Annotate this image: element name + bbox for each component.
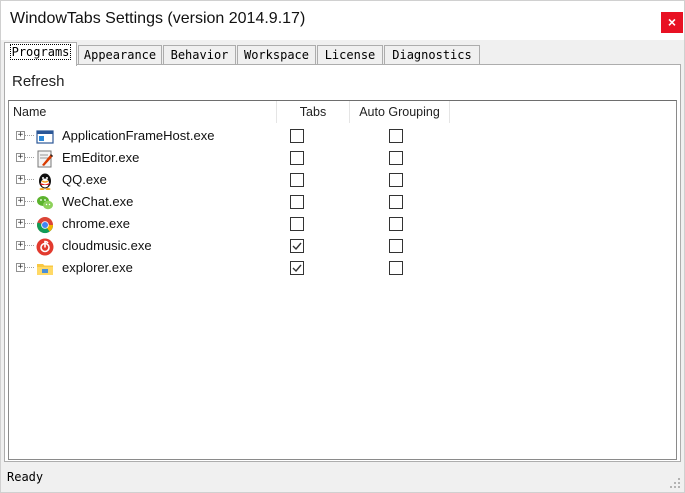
application-frame-host-icon bbox=[36, 130, 54, 144]
qq-penguin-icon bbox=[39, 173, 51, 190]
tabs-checkbox[interactable] bbox=[290, 173, 304, 187]
auto-grouping-checkbox[interactable] bbox=[389, 217, 403, 231]
column-header-tabs[interactable]: Tabs bbox=[277, 101, 350, 123]
expand-icon[interactable]: + bbox=[16, 241, 25, 250]
list-item[interactable]: + QQ.exe bbox=[9, 169, 676, 191]
tab-programs-label: Programs bbox=[9, 44, 72, 60]
program-name: EmEditor.exe bbox=[62, 150, 140, 165]
auto-grouping-checkbox[interactable] bbox=[389, 173, 403, 187]
program-name: QQ.exe bbox=[62, 172, 107, 187]
tree-line bbox=[25, 135, 34, 136]
tabs-checkbox-checked[interactable] bbox=[290, 239, 304, 253]
program-name: cloudmusic.exe bbox=[62, 238, 152, 253]
program-name: WeChat.exe bbox=[62, 194, 134, 209]
program-name: explorer.exe bbox=[62, 260, 133, 275]
client-area: Programs Appearance Behavior Workspace L… bbox=[1, 40, 684, 492]
settings-window: WindowTabs Settings (version 2014.9.17) … bbox=[0, 0, 685, 493]
toolbar: Refresh bbox=[6, 66, 679, 98]
resize-grip-icon[interactable] bbox=[669, 477, 681, 489]
list-item[interactable]: + cloudmusic.exe bbox=[9, 235, 676, 257]
tab-programs[interactable]: Programs bbox=[4, 42, 77, 66]
list-item[interactable]: + ApplicationFrameHost.exe bbox=[9, 125, 676, 147]
list-item[interactable]: + WeChat.exe bbox=[9, 191, 676, 213]
tabs-checkbox[interactable] bbox=[290, 129, 304, 143]
tree-line bbox=[25, 179, 34, 180]
emeditor-icon bbox=[37, 150, 53, 168]
auto-grouping-checkbox[interactable] bbox=[389, 239, 403, 253]
expand-icon[interactable]: + bbox=[16, 263, 25, 272]
auto-grouping-checkbox[interactable] bbox=[389, 195, 403, 209]
tree-line bbox=[25, 201, 34, 202]
auto-grouping-checkbox[interactable] bbox=[389, 261, 403, 275]
programs-panel: Refresh Name Tabs Auto Grouping + Applic… bbox=[4, 64, 681, 462]
program-list[interactable]: Name Tabs Auto Grouping + ApplicationFra… bbox=[8, 100, 677, 460]
check-icon bbox=[292, 242, 302, 251]
status-text: Ready bbox=[7, 470, 44, 484]
tree-line bbox=[25, 267, 34, 268]
program-name: ApplicationFrameHost.exe bbox=[62, 128, 215, 143]
tree-line bbox=[25, 245, 34, 246]
window-title: WindowTabs Settings (version 2014.9.17) bbox=[10, 10, 306, 27]
tabs-checkbox[interactable] bbox=[290, 217, 304, 231]
status-bar: Ready bbox=[1, 464, 684, 492]
tree-line bbox=[25, 157, 34, 158]
tabs-checkbox[interactable] bbox=[290, 151, 304, 165]
auto-grouping-checkbox[interactable] bbox=[389, 151, 403, 165]
list-item[interactable]: + EmEditor.exe bbox=[9, 147, 676, 169]
tab-diagnostics[interactable]: Diagnostics bbox=[384, 45, 480, 65]
auto-grouping-checkbox[interactable] bbox=[389, 129, 403, 143]
list-item[interactable]: + chrome.exe bbox=[9, 213, 676, 235]
refresh-button[interactable]: Refresh bbox=[12, 73, 65, 90]
tree-line bbox=[25, 223, 34, 224]
column-header-name[interactable]: Name bbox=[9, 101, 277, 123]
tab-behavior[interactable]: Behavior bbox=[163, 45, 236, 65]
tab-appearance[interactable]: Appearance bbox=[78, 45, 162, 65]
title-bar[interactable]: WindowTabs Settings (version 2014.9.17) … bbox=[1, 1, 684, 39]
tab-workspace[interactable]: Workspace bbox=[237, 45, 316, 65]
expand-icon[interactable]: + bbox=[16, 131, 25, 140]
close-button[interactable]: × bbox=[661, 12, 683, 33]
program-name: chrome.exe bbox=[62, 216, 130, 231]
expand-icon[interactable]: + bbox=[16, 219, 25, 228]
expand-icon[interactable]: + bbox=[16, 197, 25, 206]
check-icon bbox=[292, 264, 302, 273]
expand-icon[interactable]: + bbox=[16, 153, 25, 162]
cloudmusic-icon bbox=[36, 238, 54, 256]
expand-icon[interactable]: + bbox=[16, 175, 25, 184]
list-header: Name Tabs Auto Grouping bbox=[9, 101, 676, 123]
wechat-icon bbox=[37, 196, 53, 210]
column-header-auto-grouping[interactable]: Auto Grouping bbox=[350, 101, 450, 123]
chrome-icon bbox=[37, 217, 54, 234]
tab-license[interactable]: License bbox=[317, 45, 383, 65]
list-item[interactable]: + explorer.exe bbox=[9, 257, 676, 279]
explorer-folder-icon bbox=[37, 264, 53, 275]
tabs-checkbox[interactable] bbox=[290, 195, 304, 209]
tabs-checkbox-checked[interactable] bbox=[290, 261, 304, 275]
